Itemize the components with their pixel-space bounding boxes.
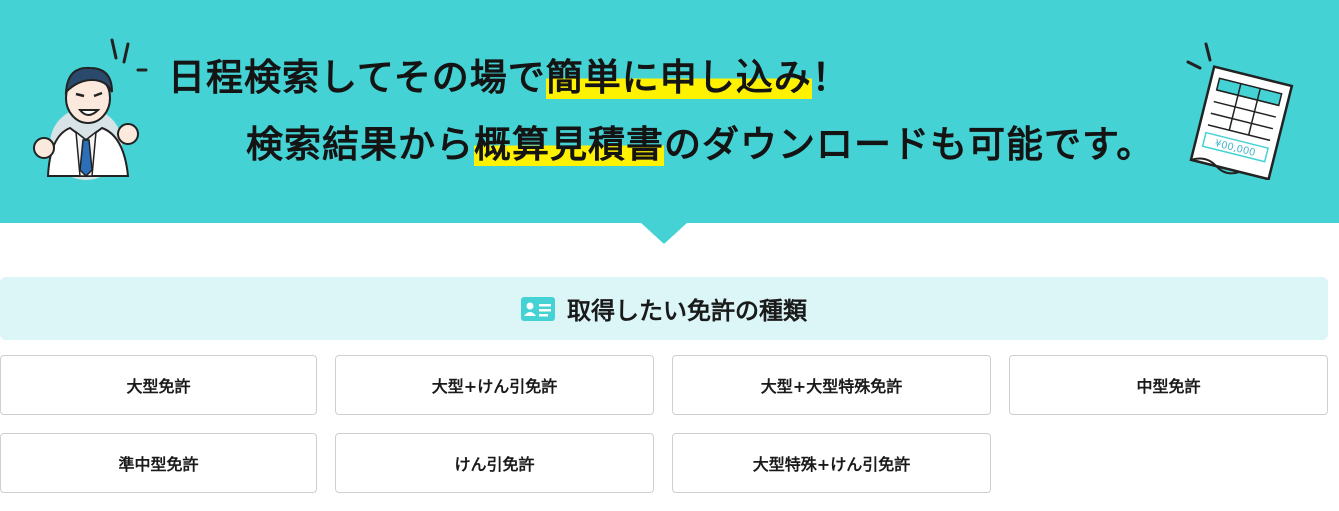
license-option-special-towing[interactable]: 大型特殊+けん引免許 [672,433,991,493]
hero-pointer-arrow [640,222,688,244]
hero-line1-end: ！ [811,56,850,99]
businessman-illustration [33,38,148,180]
hero-headline-2: 検索結果から概算見積書のダウンロードも可能です。 [246,121,1154,169]
hero-line2-highlight: 概算見積書 [474,123,664,166]
hero-line2-text: 検索結果から [246,123,474,166]
license-type-header: 取得したい免許の種類 [0,277,1328,340]
id-card-icon [521,296,555,321]
estimate-sheet-illustration: ¥00,000 [1186,42,1294,180]
hero-banner: 日程検索してその場で簡単に申し込み！ 検索結果から概算見積書のダウンロードも可能… [0,0,1339,223]
hero-line2-end: のダウンロードも可能です。 [664,123,1155,166]
license-option-semi-medium[interactable]: 準中型免許 [0,433,317,493]
license-option-medium[interactable]: 中型免許 [1009,355,1328,415]
hero-line1-text: 日程検索してその場で [168,56,546,99]
section-title: 取得したい免許の種類 [567,297,807,325]
license-option-towing[interactable]: けん引免許 [335,433,654,493]
license-option-large-special[interactable]: 大型+大型特殊免許 [672,355,991,415]
hero-headline-1: 日程検索してその場で簡単に申し込み！ [168,54,850,102]
license-option-large-towing[interactable]: 大型+けん引免許 [335,355,654,415]
license-option-large[interactable]: 大型免許 [0,355,317,415]
hero-line1-highlight: 簡単に申し込み [545,56,812,99]
